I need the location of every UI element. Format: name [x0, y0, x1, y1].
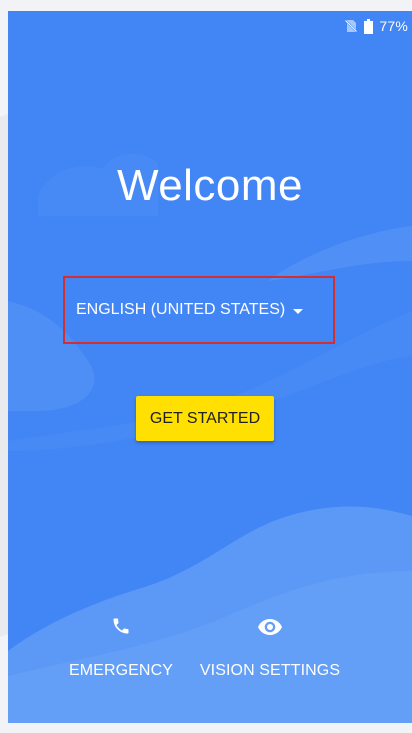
eye-icon [257, 612, 283, 640]
battery-icon [364, 18, 374, 34]
emergency-button[interactable]: EMERGENCY [66, 612, 176, 680]
language-label: ENGLISH (UNITED STATES) [76, 301, 286, 318]
vision-settings-label: VISION SETTINGS [199, 662, 341, 679]
emergency-label: EMERGENCY [68, 662, 174, 679]
phone-icon [111, 612, 131, 640]
battery-percentage: 77% [379, 18, 408, 34]
vision-settings-button[interactable]: VISION SETTINGS [195, 612, 345, 680]
get-started-button[interactable]: GET STARTED [136, 396, 274, 441]
status-bar: 77% [8, 11, 412, 41]
dropdown-caret-icon [293, 308, 304, 314]
welcome-title: Welcome [116, 161, 304, 210]
page: 77% Welcome ENGLISH (UNITED STATES) GET … [0, 0, 412, 733]
no-sim-icon [344, 19, 359, 33]
language-selector[interactable]: ENGLISH (UNITED STATES) [76, 296, 304, 324]
